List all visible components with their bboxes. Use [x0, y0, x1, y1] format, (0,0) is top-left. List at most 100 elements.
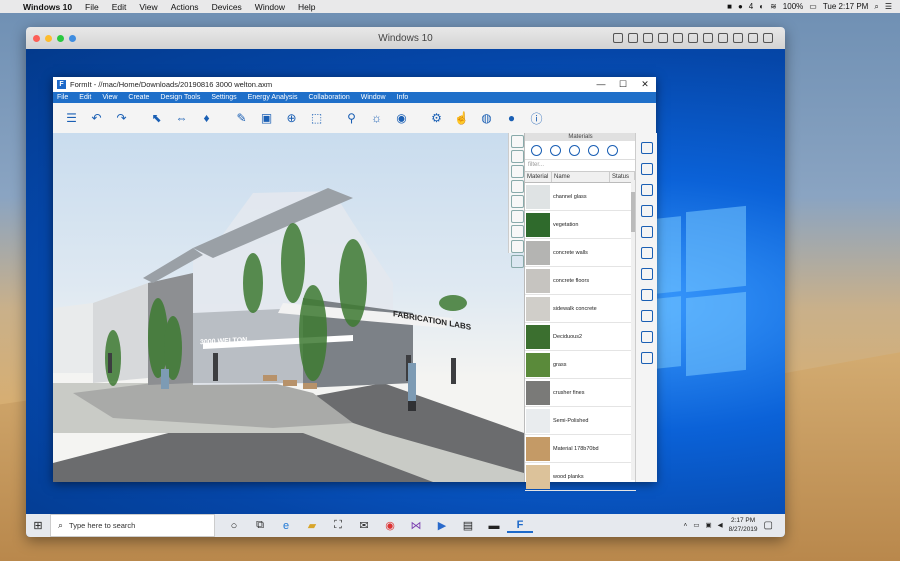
column-name[interactable]: Name	[552, 172, 610, 182]
style-icon[interactable]	[640, 352, 653, 364]
material-row[interactable]: Material 178b70bd	[525, 435, 636, 463]
status-icon-2[interactable]: ●	[738, 2, 743, 11]
tray-chevron-icon[interactable]: ˄	[684, 522, 688, 529]
view-tool-icon-3[interactable]	[510, 165, 524, 178]
formit-taskbar-icon[interactable]: F	[507, 519, 533, 533]
menu-view[interactable]: View	[139, 2, 157, 12]
import-material-icon[interactable]	[550, 144, 561, 156]
chrome-icon[interactable]: ◉	[377, 519, 403, 532]
edge-icon[interactable]: e	[273, 520, 299, 532]
zoom-icon[interactable]	[510, 240, 524, 253]
paint-icon[interactable]: ♦	[197, 110, 216, 126]
column-material[interactable]: Material	[525, 172, 552, 182]
vm-tool-icon-10[interactable]	[748, 33, 758, 43]
taskbar-search-box[interactable]: ⌕ Type here to search	[50, 514, 215, 537]
material-row[interactable]: Semi-Polished	[525, 407, 636, 435]
store-icon[interactable]: ⛶	[325, 519, 351, 532]
vm-tool-icon-4[interactable]	[658, 33, 668, 43]
task-view-icon[interactable]: ⧉	[247, 519, 273, 532]
vm-tool-icon-9[interactable]	[733, 33, 743, 43]
cube-icon[interactable]: ▣	[257, 110, 276, 126]
material-row[interactable]: vegetation	[525, 211, 636, 239]
material-row[interactable]: concrete walls	[525, 239, 636, 267]
formit-menu-collaboration[interactable]: Collaboration	[308, 94, 349, 101]
remove-material-icon[interactable]	[569, 144, 580, 156]
material-row[interactable]: sidewalk concrete	[525, 295, 636, 323]
settings-icon[interactable]: ⚙	[427, 110, 446, 126]
menu-help[interactable]: Help	[298, 2, 315, 12]
formit-menu-energy-analysis[interactable]: Energy Analysis	[248, 94, 298, 101]
view-tool-icon-2[interactable]	[510, 150, 524, 163]
formit-menu-view[interactable]: View	[102, 94, 117, 101]
battery-percent[interactable]: 100%	[783, 2, 803, 11]
tray-network-icon[interactable]: ▣	[705, 521, 711, 529]
formit-menu-info[interactable]: Info	[397, 94, 409, 101]
layers-icon[interactable]: ☰	[62, 110, 81, 126]
content-library-icon[interactable]	[640, 289, 653, 301]
tray-volume-icon[interactable]: ◀	[718, 521, 723, 529]
undo-icon[interactable]: ↶	[87, 110, 106, 126]
dynamo-icon[interactable]	[640, 268, 653, 280]
layers-panel-icon[interactable]	[640, 331, 653, 343]
location-icon[interactable]: ⚲	[342, 110, 361, 126]
command-prompt-icon[interactable]: ▬	[481, 520, 507, 532]
minimize-window-button[interactable]: —	[590, 77, 612, 92]
share-icon[interactable]: ◍	[477, 110, 496, 126]
mail-icon[interactable]: ✉	[351, 519, 377, 532]
formit-menu-create[interactable]: Create	[128, 94, 149, 101]
material-row[interactable]: grass	[525, 351, 636, 379]
sun-icon[interactable]: ☼	[367, 110, 386, 126]
3d-viewport[interactable]: FABRICATION LABS 3000 WELTON	[53, 133, 524, 482]
status-icon-1[interactable]: ■	[727, 2, 732, 11]
material-library-icon[interactable]	[607, 144, 618, 156]
redo-icon[interactable]: ↷	[112, 110, 131, 126]
properties-icon[interactable]	[640, 142, 653, 154]
material-row[interactable]: concrete floors	[525, 267, 636, 295]
vm-tool-icon-11[interactable]	[763, 33, 773, 43]
materials-icon[interactable]	[640, 163, 653, 175]
measure-icon[interactable]: ⇔	[172, 110, 191, 126]
formit-menu-file[interactable]: File	[57, 94, 68, 101]
view-tool-icon-4[interactable]	[510, 180, 524, 193]
tray-battery-icon[interactable]: ▭	[693, 521, 699, 529]
add-material-icon[interactable]	[531, 144, 542, 156]
powershell-icon[interactable]: ▶	[429, 519, 455, 532]
remote-desktop-icon[interactable]: ▤	[455, 519, 481, 532]
select-icon[interactable]: ⬉	[147, 110, 166, 126]
start-windows-icon[interactable]: ⊞	[26, 519, 50, 532]
material-row[interactable]: crusher fines	[525, 379, 636, 407]
menu-edit[interactable]: Edit	[112, 2, 127, 12]
levels-icon[interactable]	[640, 184, 653, 196]
info-icon[interactable]: ⓘ	[527, 110, 546, 126]
vm-tool-icon-1[interactable]	[613, 33, 623, 43]
menu-file[interactable]: File	[85, 2, 99, 12]
cortana-icon[interactable]: ○	[221, 520, 247, 532]
status-count[interactable]: 4	[749, 2, 753, 11]
formit-menu-design-tools[interactable]: Design Tools	[160, 94, 200, 101]
visual-studio-icon[interactable]: ⋈	[403, 519, 429, 532]
menubar-app-name[interactable]: Windows 10	[23, 2, 72, 12]
formit-menu-settings[interactable]: Settings	[211, 94, 236, 101]
notifications-icon[interactable]: ▢	[764, 520, 773, 531]
close-window-button[interactable]: ✕	[634, 77, 656, 92]
menu-list-icon[interactable]: ☰	[885, 2, 892, 11]
taskbar-clock[interactable]: 2:17 PM 8/27/2019	[729, 516, 758, 534]
menu-actions[interactable]: Actions	[171, 2, 199, 12]
file-explorer-icon[interactable]: ▰	[299, 519, 325, 532]
vm-tool-icon-6[interactable]	[688, 33, 698, 43]
battery-icon[interactable]: ▭	[809, 2, 817, 11]
wifi-icon[interactable]: ≋	[770, 2, 777, 11]
maximize-window-button[interactable]: ☐	[612, 77, 634, 92]
material-row[interactable]: channel glass	[525, 183, 636, 211]
formit-menu-edit[interactable]: Edit	[79, 94, 91, 101]
menu-devices[interactable]: Devices	[212, 2, 242, 12]
groups-icon[interactable]	[640, 205, 653, 217]
draw-icon[interactable]: ✎	[232, 110, 251, 126]
search-icon[interactable]: ⌕	[874, 2, 878, 12]
material-row[interactable]: Deciduous2	[525, 323, 636, 351]
menu-window[interactable]: Window	[255, 2, 285, 12]
plugins-icon[interactable]	[640, 310, 653, 322]
vm-tool-icon-7[interactable]	[703, 33, 713, 43]
scenes-icon[interactable]	[640, 226, 653, 238]
add-object-icon[interactable]: ⊕	[282, 110, 301, 126]
